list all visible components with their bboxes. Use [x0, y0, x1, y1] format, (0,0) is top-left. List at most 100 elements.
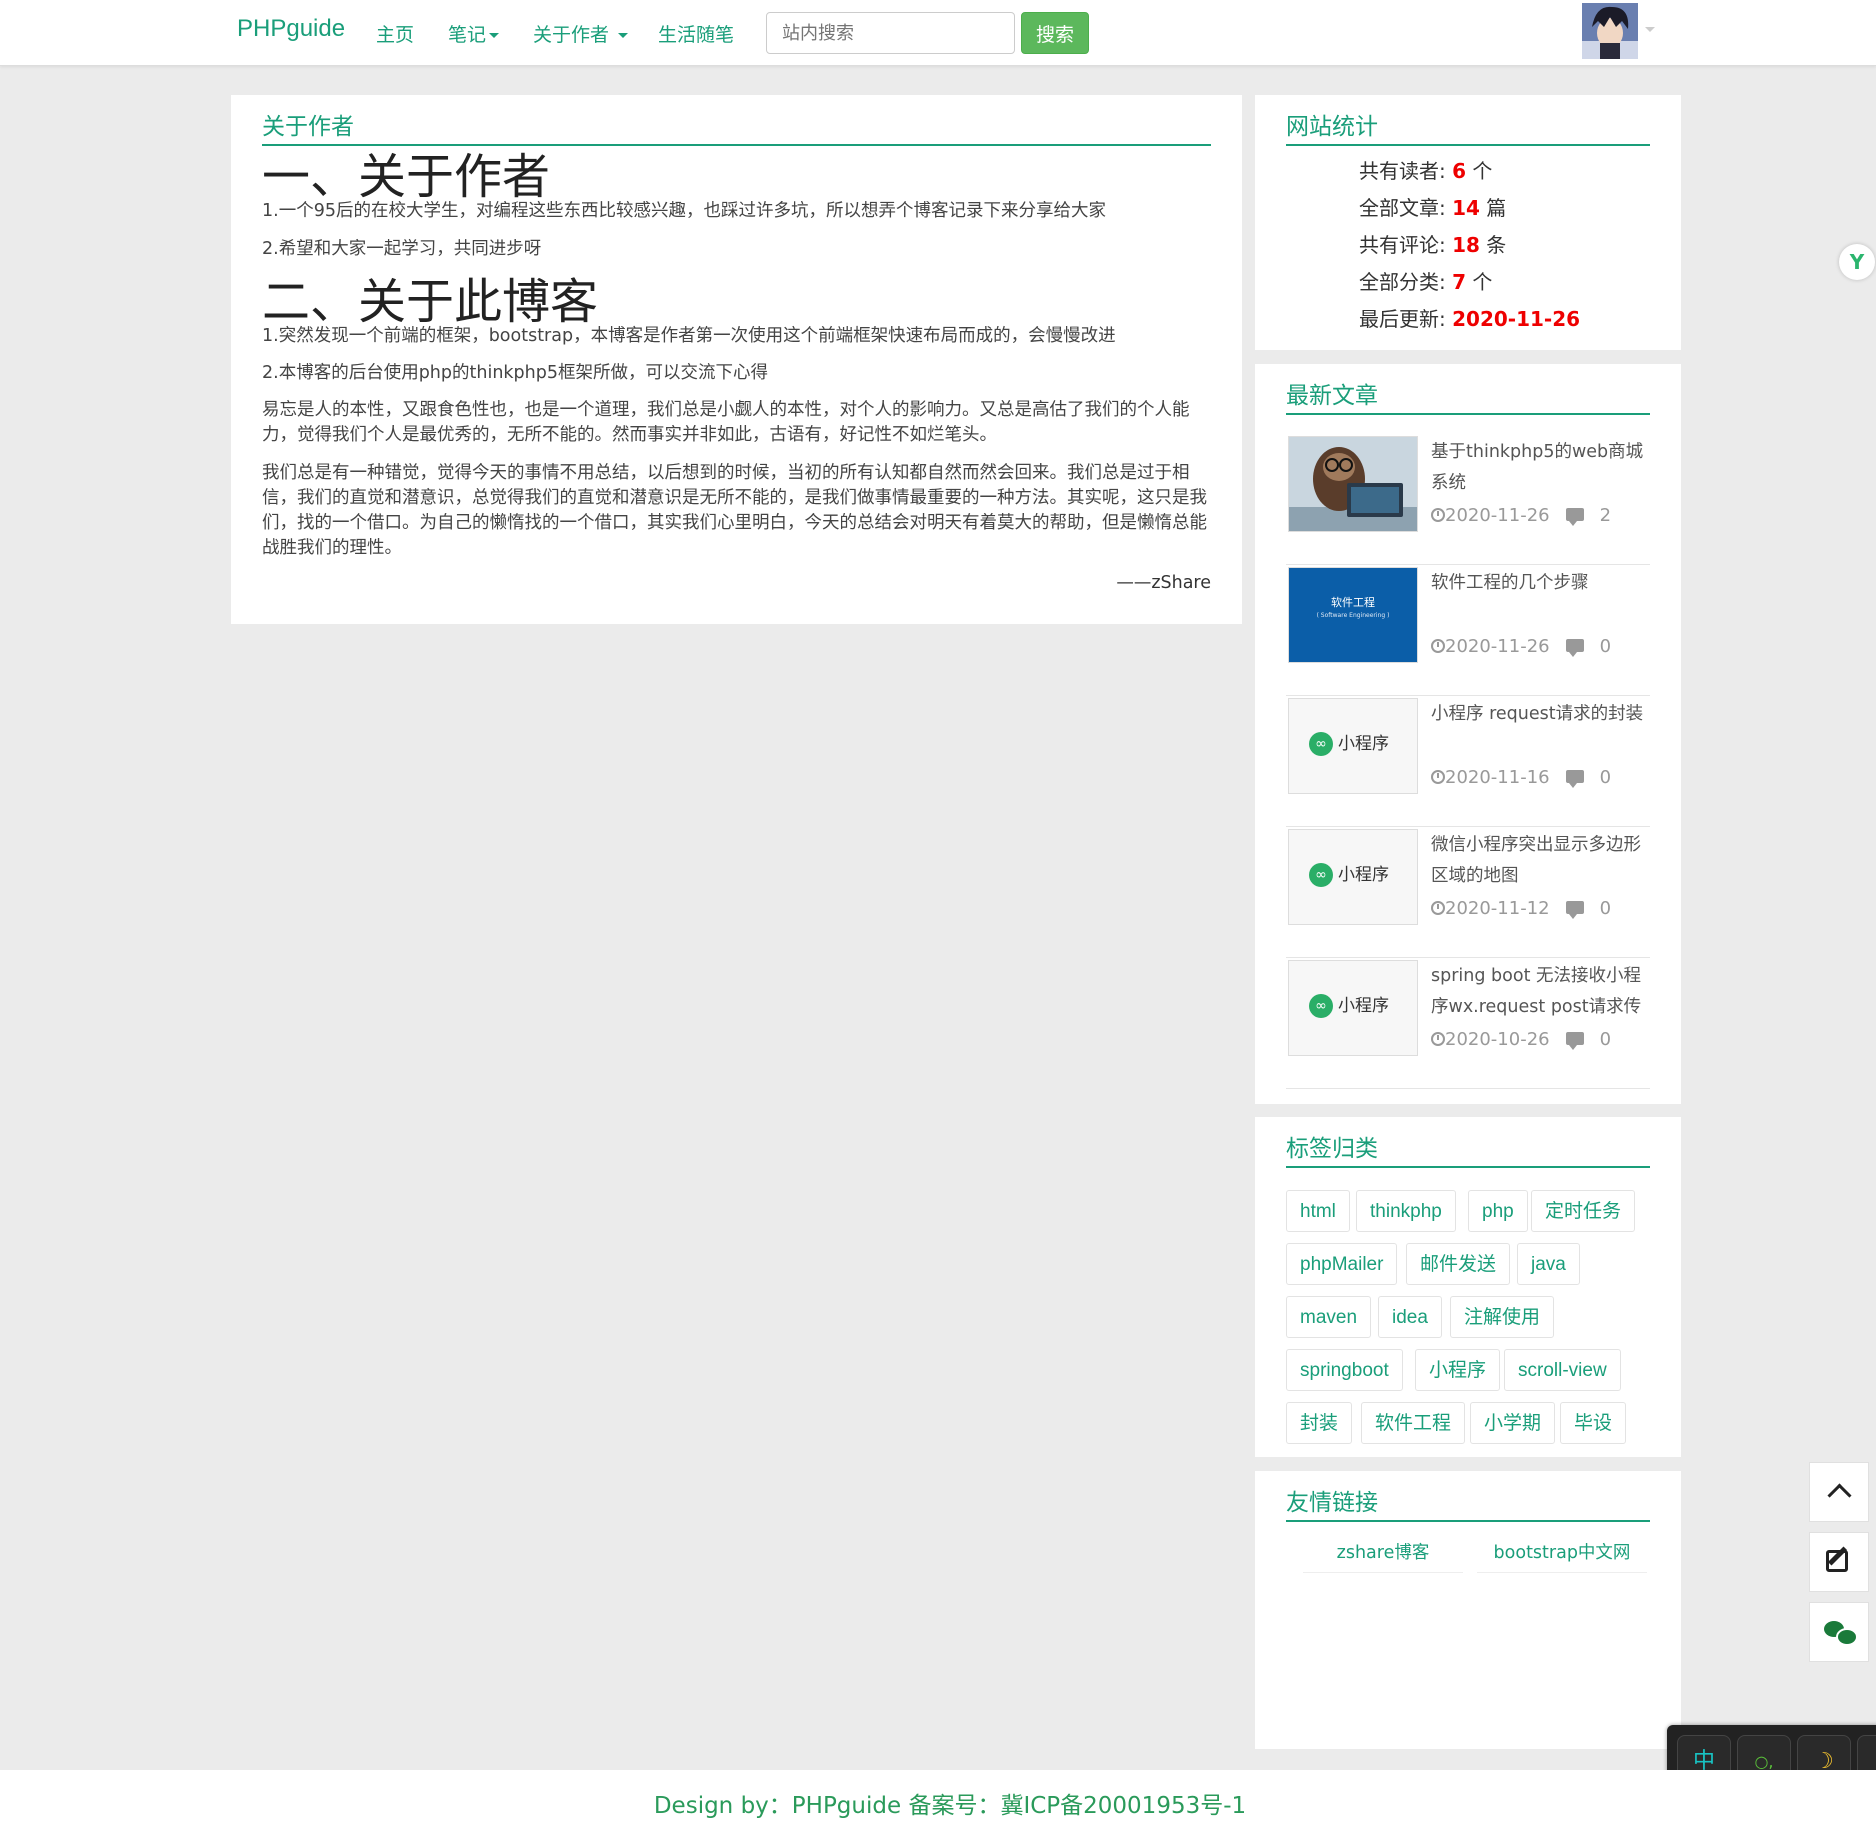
- tag-phpmailer[interactable]: phpMailer: [1286, 1243, 1398, 1285]
- search-button[interactable]: 搜索: [1021, 12, 1089, 54]
- panel-title: 关于作者: [262, 114, 354, 140]
- article-meta: 2020-10-26 0: [1431, 1029, 1611, 1050]
- friend-link[interactable]: zshare博客: [1303, 1539, 1463, 1573]
- tag-email[interactable]: 邮件发送: [1406, 1243, 1511, 1285]
- chevron-down-icon: [618, 33, 629, 38]
- miniprogram-icon: ∞: [1309, 994, 1333, 1018]
- friend-links-panel: 友情链接 zshare博客 bootstrap中文网: [1255, 1471, 1681, 1749]
- tag-scroll-view[interactable]: scroll-view: [1504, 1349, 1621, 1391]
- article-item[interactable]: ∞ 小程序 微信小程序突出显示多边形区域的地图 2020-11-12 0: [1286, 826, 1650, 958]
- tag-wrap[interactable]: 封装: [1286, 1402, 1353, 1444]
- article-date: 2020-11-16: [1445, 767, 1550, 788]
- stat-updated: 最后更新: 2020-11-26: [1359, 303, 1580, 332]
- stat-unit: 条: [1479, 233, 1507, 257]
- navbar: PHPguide 主页 笔记 关于作者 生活随笔 搜索: [0, 0, 1876, 66]
- brand-link[interactable]: PHPguide: [237, 15, 345, 43]
- latest-articles-panel: 最新文章 基于thinkphp5的web商城系统 2020-11-26 2 软件工…: [1255, 364, 1681, 1104]
- search-input[interactable]: [766, 12, 1015, 54]
- nav-notes-label: 笔记: [448, 24, 487, 46]
- comment-icon: [1565, 508, 1584, 526]
- article-item[interactable]: ∞ 小程序 spring boot 无法接收小程序wx.request post请…: [1286, 957, 1650, 1089]
- article-date: 2020-11-26: [1445, 505, 1550, 526]
- nav-notes[interactable]: 笔记: [448, 20, 500, 47]
- paragraph: 2.本博客的后台使用php的thinkphp5框架所做，可以交流下心得: [262, 363, 768, 383]
- miniprogram-icon: ∞: [1309, 732, 1333, 756]
- stat-categories: 全部分类: 7 个: [1359, 266, 1492, 295]
- avatar[interactable]: [1582, 3, 1638, 59]
- title-divider: [262, 144, 1211, 146]
- article-meta: 2020-11-16 0: [1431, 767, 1611, 788]
- nav-about[interactable]: 关于作者: [533, 20, 629, 47]
- stat-unit: 个: [1466, 270, 1493, 294]
- article-thumbnail[interactable]: ∞ 小程序: [1288, 829, 1418, 925]
- comment-icon: [1565, 1032, 1584, 1050]
- tag-thinkphp[interactable]: thinkphp: [1356, 1190, 1456, 1232]
- chevron-down-icon[interactable]: [1645, 27, 1655, 32]
- panel-title: 标签归类: [1286, 1136, 1378, 1162]
- article-meta: 2020-11-26 0: [1431, 636, 1611, 657]
- tag-cron[interactable]: 定时任务: [1531, 1190, 1636, 1232]
- miniprogram-logo: ∞ 小程序: [1309, 860, 1389, 887]
- stat-readers: 共有读者: 6 个: [1359, 155, 1492, 184]
- title-divider: [1286, 1166, 1650, 1168]
- panel-title: 网站统计: [1286, 114, 1378, 140]
- nav-about-label: 关于作者: [533, 24, 610, 46]
- article-thumbnail[interactable]: ∞ 小程序: [1288, 960, 1418, 1056]
- friend-link[interactable]: bootstrap中文网: [1477, 1539, 1647, 1573]
- article-thumbnail[interactable]: ∞ 小程序: [1288, 698, 1418, 794]
- paragraph: 我们总是有一种错觉，觉得今天的事情不用总结，以后想到的时候，当初的所有认知都自然…: [262, 463, 1207, 558]
- tag-maven[interactable]: maven: [1286, 1296, 1372, 1338]
- article-thumbnail[interactable]: 软件工程 ( Software Engineering ): [1288, 567, 1418, 663]
- heading-about-author: 一、关于作者: [262, 149, 551, 205]
- feedback-button[interactable]: [1809, 1532, 1869, 1592]
- comment-icon: [1565, 639, 1584, 657]
- chevron-down-icon: [489, 33, 500, 38]
- tag-php[interactable]: php: [1468, 1190, 1528, 1232]
- footer: Design by：PHPguide 备案号：冀ICP备20001953号-1: [0, 1770, 1876, 1832]
- tag-miniprogram[interactable]: 小程序: [1415, 1349, 1501, 1391]
- browser-extension-icon[interactable]: Y: [1839, 244, 1875, 280]
- article-title[interactable]: spring boot 无法接收小程序wx.request post请求传递的: [1431, 961, 1649, 1023]
- tag-software-eng[interactable]: 软件工程: [1361, 1402, 1466, 1444]
- miniprogram-logo: ∞ 小程序: [1309, 729, 1389, 756]
- stat-label: 共有评论:: [1359, 233, 1453, 257]
- panel-title: 友情链接: [1286, 1490, 1378, 1516]
- tag-short-term[interactable]: 小学期: [1470, 1402, 1556, 1444]
- comment-icon: [1565, 770, 1584, 788]
- stat-unit: 个: [1466, 159, 1493, 183]
- stat-label: 最后更新:: [1359, 307, 1453, 331]
- article-thumbnail[interactable]: [1288, 436, 1418, 532]
- paragraph: 1.突然发现一个前端的框架，bootstrap，本博客是作者第一次使用这个前端框…: [262, 326, 1116, 346]
- tag-springboot[interactable]: springboot: [1286, 1349, 1403, 1391]
- comment-count: 0: [1599, 1029, 1612, 1050]
- comment-count: 0: [1599, 898, 1612, 919]
- article-title[interactable]: 软件工程的几个步骤: [1431, 568, 1649, 599]
- article-date: 2020-11-12: [1445, 898, 1550, 919]
- stat-value: 7: [1452, 270, 1467, 294]
- stat-value: 18: [1452, 233, 1480, 257]
- article-title[interactable]: 基于thinkphp5的web商城系统: [1431, 437, 1649, 499]
- tag-idea[interactable]: idea: [1378, 1296, 1442, 1338]
- article-item[interactable]: 软件工程 ( Software Engineering ) 软件工程的几个步骤 …: [1286, 564, 1650, 696]
- article-title[interactable]: 微信小程序突出显示多边形区域的地图: [1431, 830, 1649, 892]
- stat-value: 14: [1452, 196, 1480, 220]
- article-date: 2020-11-26: [1445, 636, 1550, 657]
- back-to-top-button[interactable]: [1809, 1462, 1869, 1522]
- tag-thesis[interactable]: 毕设: [1560, 1402, 1627, 1444]
- thumb-label: 小程序: [1338, 996, 1389, 1016]
- article-item[interactable]: ∞ 小程序 小程序 request请求的封装 2020-11-16 0: [1286, 695, 1650, 827]
- article-meta: 2020-11-26 2: [1431, 505, 1611, 526]
- article-title[interactable]: 小程序 request请求的封装: [1431, 699, 1649, 730]
- clock-icon: [1431, 901, 1445, 915]
- stats-panel: 网站统计 共有读者: 6 个 全部文章: 14 篇 共有评论: 18 条 全部分…: [1255, 95, 1681, 350]
- tag-html[interactable]: html: [1286, 1190, 1350, 1232]
- nav-home[interactable]: 主页: [376, 20, 414, 47]
- stat-label: 全部文章:: [1359, 196, 1453, 220]
- article-item[interactable]: 基于thinkphp5的web商城系统 2020-11-26 2: [1286, 433, 1650, 565]
- stat-comments: 共有评论: 18 条: [1359, 229, 1506, 258]
- nav-life[interactable]: 生活随笔: [658, 20, 734, 47]
- tag-annotation[interactable]: 注解使用: [1450, 1296, 1555, 1338]
- wechat-button[interactable]: [1809, 1602, 1869, 1662]
- tag-java[interactable]: java: [1517, 1243, 1580, 1285]
- clock-icon: [1431, 1032, 1445, 1046]
